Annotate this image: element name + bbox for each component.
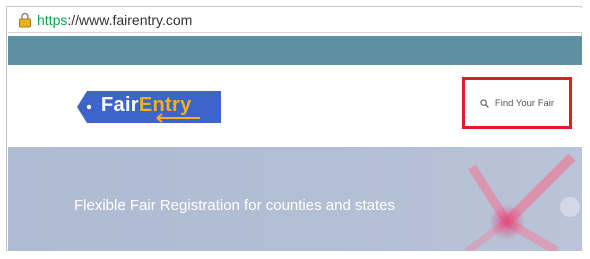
logo-fair: Fair [101,94,139,116]
address-bar[interactable]: https://www.fairentry.com [8,8,582,33]
search-icon [480,98,489,108]
hero-banner: Flexible Fair Registration for counties … [8,147,582,251]
decorative-flower-image [464,153,580,251]
hero-tagline: Flexible Fair Registration for counties … [74,197,395,214]
find-your-fair-button[interactable]: Find Your Fair [462,77,572,129]
top-nav-bar [8,36,582,65]
padlock-icon [19,12,31,28]
site-header: FairEntry Find Your Fair [8,65,582,147]
logo-entry: Entry [138,94,192,116]
url-display[interactable]: https://www.fairentry.com [18,11,192,29]
fairentry-logo[interactable]: FairEntry [77,91,221,123]
url-scheme: https [37,12,68,28]
logo-text: FairEntry [101,94,192,117]
find-your-fair-label: Find Your Fair [494,97,555,109]
url-host: ://www.fairentry.com [67,12,193,28]
